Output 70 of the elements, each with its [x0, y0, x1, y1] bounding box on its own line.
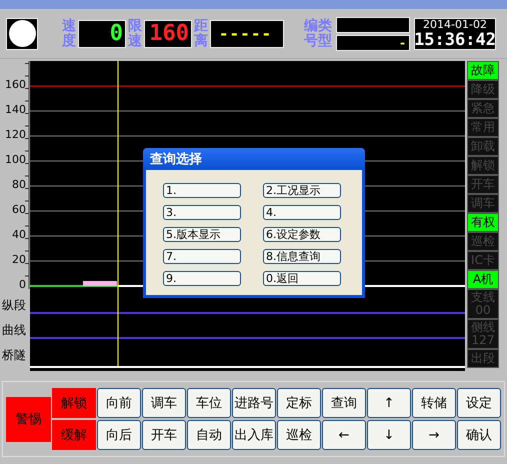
key-button[interactable]: 转储: [412, 388, 456, 418]
menu-option-button[interactable]: 3.: [163, 205, 241, 220]
key-button[interactable]: ↓: [367, 420, 411, 450]
status-indicator: 降级: [467, 80, 499, 99]
axis-label: 100: [5, 153, 26, 166]
status-indicator: 有权: [467, 213, 499, 232]
key-button[interactable]: 调车: [142, 388, 186, 418]
status-indicator: IC卡: [467, 251, 499, 270]
key-button[interactable]: 进路号: [232, 388, 276, 418]
key-button[interactable]: 定标: [277, 388, 321, 418]
alert-button[interactable]: 警惕: [6, 396, 51, 442]
status-indicator: 故障: [467, 61, 499, 80]
key-button[interactable]: 缓解: [52, 420, 96, 450]
menu-option-button[interactable]: 7.: [163, 249, 241, 264]
key-button[interactable]: 向后: [97, 420, 141, 450]
key-button[interactable]: 车位: [187, 388, 231, 418]
status-indicator: 紧急: [467, 99, 499, 118]
axis-label: 20: [12, 253, 26, 266]
distance-display: -----: [210, 20, 284, 48]
menu-option-button[interactable]: 6.设定参数: [263, 227, 341, 242]
status-indicator: 常用: [467, 118, 499, 137]
axis-label: 160: [5, 78, 26, 91]
status-indicator: 开车: [467, 175, 499, 194]
band-label: 纵段: [2, 298, 26, 312]
type-label: 类型: [318, 18, 332, 48]
status-indicator: 侧线 127: [467, 319, 499, 349]
status-indicator: 支线 00: [467, 289, 499, 319]
menu-option-button[interactable]: 4.: [263, 205, 341, 220]
status-indicator: 巡检: [467, 232, 499, 251]
key-button[interactable]: 向前: [97, 388, 141, 418]
key-button[interactable]: 出入库: [232, 420, 276, 450]
limit-label: 限速: [128, 18, 142, 48]
menu-option-button[interactable]: 8.信息查询: [263, 249, 341, 264]
menu-option-button[interactable]: 2.工况显示: [263, 183, 341, 198]
key-button[interactable]: 确认: [457, 420, 501, 450]
distance-label: 距离: [194, 18, 208, 48]
limit-display: 160: [144, 20, 192, 48]
axis-label: 140: [5, 103, 26, 116]
axis-label: 120: [5, 128, 26, 141]
key-button[interactable]: 开车: [142, 420, 186, 450]
speed-display: 0: [78, 20, 126, 48]
key-button[interactable]: 设定: [457, 388, 501, 418]
time-text: 15:36:42: [414, 30, 496, 48]
status-indicator: 调车: [467, 194, 499, 213]
key-button[interactable]: 自动: [187, 420, 231, 450]
status-indicator: A机: [467, 270, 499, 289]
status-indicator: 解锁: [467, 156, 499, 175]
date-text: 2014-01-02: [423, 18, 487, 30]
axis-label: 80: [12, 178, 26, 191]
menu-option-button[interactable]: 9.: [163, 271, 241, 286]
key-button[interactable]: →: [412, 420, 456, 450]
menu-option-button[interactable]: 1.: [163, 183, 241, 198]
band-label: 桥隧: [2, 348, 26, 362]
axis-label: 60: [12, 203, 26, 216]
key-button[interactable]: 查询: [322, 388, 366, 418]
speed-label: 速度: [62, 18, 76, 48]
axis-label: 40: [12, 228, 26, 241]
key-button[interactable]: ↑: [367, 388, 411, 418]
key-button[interactable]: ←: [322, 420, 366, 450]
menu-option-button[interactable]: 0.返回: [263, 271, 341, 286]
menu-option-button[interactable]: 5.版本显示: [163, 227, 241, 242]
band-label: 曲线: [2, 323, 26, 337]
key-button[interactable]: 巡检: [277, 420, 321, 450]
status-indicator: 卸载: [467, 137, 499, 156]
type-display: -: [336, 34, 410, 50]
axis-label: 0: [19, 278, 26, 291]
key-button[interactable]: 解锁: [52, 388, 96, 418]
dialog-title: 查询选择: [150, 151, 202, 168]
code-label: 编号: [304, 18, 318, 48]
status-indicator: 出段: [467, 349, 499, 368]
